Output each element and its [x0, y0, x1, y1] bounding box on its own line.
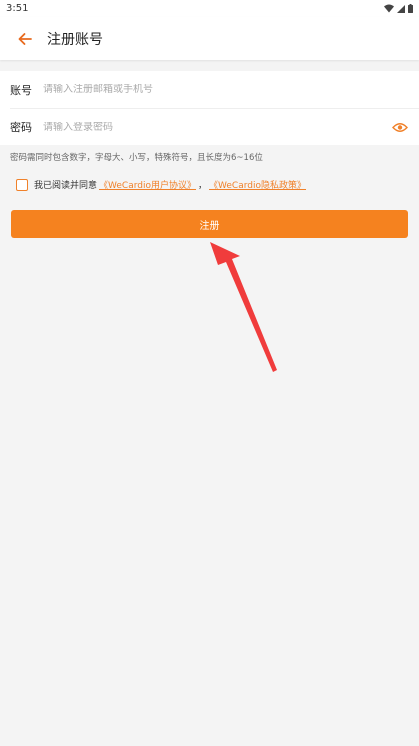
status-time: 3:51 [6, 3, 29, 14]
signal-icon [397, 4, 405, 13]
agreement-prefix: 我已阅读并同意 [34, 181, 98, 191]
annotation-arrow-shape [210, 242, 277, 372]
agreement-checkbox[interactable] [16, 178, 28, 191]
page-title: 注册账号 [47, 31, 103, 48]
app-header: 注册账号 [0, 17, 419, 60]
back-button[interactable] [16, 30, 34, 48]
eye-icon [392, 122, 408, 132]
account-row: 账号 [0, 71, 419, 108]
password-label: 密码 [10, 121, 32, 134]
arrow-left-icon [18, 32, 32, 45]
account-input[interactable] [43, 84, 409, 95]
agreement-separator: ， [198, 181, 208, 191]
password-row: 密码 [10, 108, 419, 145]
register-button[interactable]: 注册 [11, 210, 408, 238]
account-label: 账号 [10, 83, 32, 97]
password-input[interactable] [43, 121, 391, 133]
password-hint: 密码需同时包含数字，字母大、小写，特殊符号，且长度为6~16位 [10, 153, 263, 163]
register-form: 账号 密码 [0, 71, 419, 145]
privacy-policy-link[interactable]: 《WeCardio隐私政策》 [209, 178, 306, 191]
status-bar: 3:51 [0, 0, 419, 17]
agreement-row: 我已阅读并同意 《WeCardio用户协议》 ， 《WeCardio隐私政策》 [0, 163, 419, 191]
status-icons [384, 4, 413, 13]
wifi-icon [384, 4, 394, 13]
user-agreement-link[interactable]: 《WeCardio用户协议》 [99, 178, 196, 191]
battery-icon [408, 4, 413, 13]
show-password-button[interactable] [391, 120, 409, 134]
